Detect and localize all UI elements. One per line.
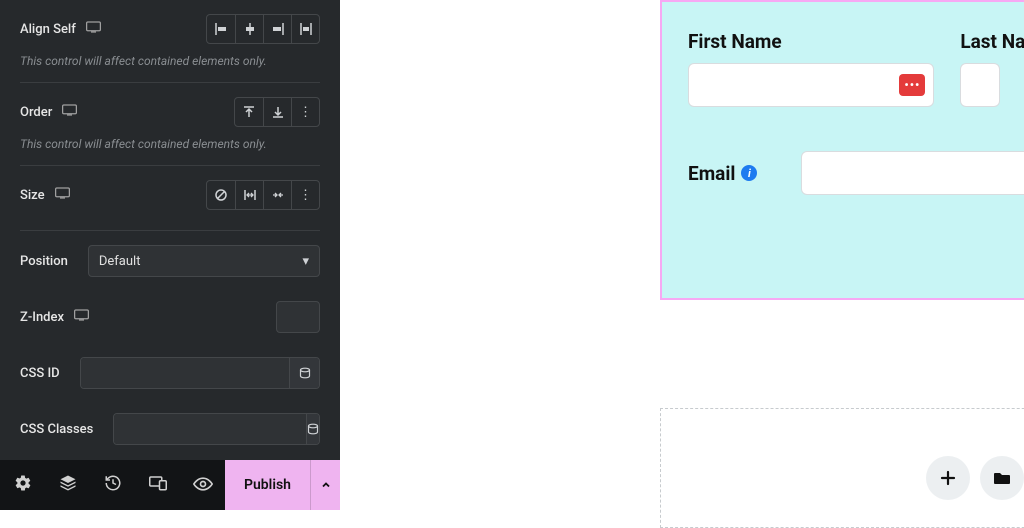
publish-options-button[interactable] [310,460,340,510]
preview-icon[interactable] [185,476,221,495]
css-classes-input[interactable] [114,414,306,444]
dynamic-tags-button[interactable] [289,358,319,388]
password-manager-badge[interactable]: ••• [899,74,925,96]
row-css-id: CSS ID [20,343,320,399]
last-name-field: Last Name [960,30,1024,107]
settings-icon[interactable] [5,474,41,496]
order-options: ⋮ [234,97,320,127]
order-label: Order [20,105,52,120]
form-container[interactable]: First Name ••• Last Name Email i [660,0,1024,300]
order-start-button[interactable] [235,98,263,126]
responsive-icon[interactable] [86,21,101,37]
row-order: Order ⋮ [20,82,320,137]
size-options: ⋮ [206,180,320,210]
add-element-button[interactable] [926,456,970,500]
css-classes-input-wrap [113,413,320,445]
editor-canvas: First Name ••• Last Name Email i [340,0,1024,510]
css-id-input-wrap [80,357,320,389]
first-name-field: First Name ••• [688,30,934,107]
row-position: Position Default ▾ [20,231,320,287]
size-shrink-button[interactable] [263,181,291,209]
row-align-self: Align Self [20,0,320,54]
row-css-classes: CSS Classes [20,399,320,455]
responsive-mode-icon[interactable] [140,475,176,495]
align-self-options [206,14,320,44]
first-name-label: First Name [688,30,934,53]
dynamic-tags-button[interactable] [306,414,319,444]
history-icon[interactable] [95,474,131,496]
first-name-input[interactable]: ••• [688,63,934,107]
order-end-button[interactable] [263,98,291,126]
email-input[interactable] [801,151,1024,195]
position-label: Position [20,254,68,269]
row-size: Size ⋮ [20,165,320,220]
css-id-input[interactable] [81,358,289,388]
size-label: Size [20,188,45,203]
email-field: Email i [688,151,1024,195]
z-index-input[interactable] [276,301,320,333]
last-name-input[interactable] [960,63,1000,107]
position-value: Default [99,254,141,269]
publish-wrap: Publish [225,460,340,510]
size-none-button[interactable] [207,181,235,209]
order-hint: This control will affect contained eleme… [20,137,320,165]
panel-controls: Align Self This control will affect cont… [0,0,340,460]
order-more-button[interactable]: ⋮ [291,98,319,126]
folder-button[interactable] [980,456,1024,500]
email-label: Email [688,162,735,185]
publish-button[interactable]: Publish [225,477,310,493]
z-index-label: Z-Index [20,310,64,325]
align-self-hint: This control will affect contained eleme… [20,54,320,82]
size-more-button[interactable]: ⋮ [291,181,319,209]
last-name-label: Last Name [960,30,1024,53]
css-id-label: CSS ID [20,366,60,381]
align-center-button[interactable] [235,15,263,43]
responsive-icon[interactable] [55,187,70,203]
align-stretch-button[interactable] [291,15,319,43]
align-self-label: Align Self [20,22,76,37]
floating-action-buttons [926,456,1024,500]
bottom-icon-group [0,460,225,510]
info-icon[interactable]: i [741,165,757,181]
caret-down-icon: ▾ [302,254,309,269]
editor-side-panel: Align Self This control will affect cont… [0,0,340,510]
align-start-button[interactable] [207,15,235,43]
align-end-button[interactable] [263,15,291,43]
responsive-icon[interactable] [74,309,89,325]
css-classes-label: CSS Classes [20,422,93,437]
navigator-icon[interactable] [50,474,86,496]
responsive-icon[interactable] [62,104,77,120]
editor-bottom-bar: Publish [0,460,340,510]
size-grow-button[interactable] [235,181,263,209]
row-z-index: Z-Index [20,287,320,343]
position-select[interactable]: Default ▾ [88,245,320,277]
